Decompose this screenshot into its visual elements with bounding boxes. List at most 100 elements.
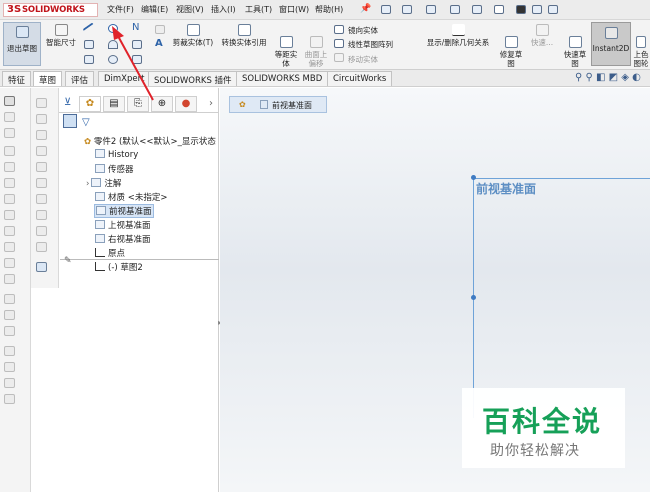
strip-tool-icon[interactable] — [36, 146, 47, 156]
strip-tool-icon[interactable] — [4, 146, 15, 156]
tree-item-sensors[interactable]: 传感器 — [95, 163, 134, 175]
tree-item-material[interactable]: 材质 <未指定> — [95, 191, 167, 203]
strip-tool-icon[interactable] — [36, 130, 47, 140]
tab-mbd[interactable]: SOLIDWORKS MBD — [236, 71, 329, 86]
move-entities-button[interactable]: 移动实体 — [348, 54, 378, 65]
rollback-bar[interactable] — [60, 259, 219, 260]
move-icon[interactable] — [334, 53, 344, 62]
print-icon[interactable] — [450, 5, 460, 14]
solidworks-logo[interactable]: 3S SOLIDWORKS — [3, 3, 98, 17]
tree-item-origin[interactable]: 原点 — [95, 247, 125, 259]
tab-sketch[interactable]: 草图 — [33, 71, 63, 86]
tree-view-icon[interactable] — [63, 114, 77, 128]
configurationmanager-tab-icon[interactable]: ⎘ — [127, 96, 149, 112]
feature-manager-pin-icon[interactable]: ⊻ — [64, 97, 71, 108]
strip-tool-icon[interactable] — [36, 262, 47, 272]
front-plane[interactable] — [473, 178, 650, 418]
undo-icon[interactable] — [472, 5, 482, 14]
linear-pattern-button[interactable]: 线性草图阵列 — [348, 39, 393, 50]
pin-icon[interactable]: 📌 — [360, 4, 371, 14]
slot-icon[interactable] — [132, 40, 142, 49]
strip-tool-icon[interactable] — [36, 98, 47, 108]
expand-arrow-icon[interactable]: › — [86, 179, 89, 189]
spline-icon[interactable]: N — [132, 23, 142, 33]
strip-tool-icon[interactable] — [4, 394, 15, 404]
menu-insert[interactable]: 插入(I) — [211, 4, 236, 15]
strip-tool-icon[interactable] — [4, 162, 15, 172]
tree-item-front-plane[interactable]: 前视基准面 — [94, 204, 154, 218]
strip-tool-icon[interactable] — [4, 210, 15, 220]
tab-addins[interactable]: SOLIDWORKS 插件 — [148, 71, 238, 86]
appearance-tab-icon[interactable]: ● — [175, 96, 197, 112]
strip-tool-icon[interactable] — [4, 96, 15, 106]
chevron-right-icon[interactable]: › — [209, 98, 213, 109]
strip-tool-icon[interactable] — [4, 294, 15, 304]
strip-tool-icon[interactable] — [36, 226, 47, 236]
linear-pattern-icon[interactable] — [334, 39, 344, 48]
point-icon[interactable] — [132, 55, 142, 64]
strip-tool-icon[interactable] — [4, 242, 15, 252]
menu-help[interactable]: 帮助(H) — [315, 4, 343, 15]
text-icon[interactable]: A — [155, 38, 163, 49]
arc-icon[interactable] — [108, 40, 118, 49]
options-gear-icon[interactable] — [548, 5, 558, 14]
strip-tool-icon[interactable] — [4, 326, 15, 336]
display-delete-relations-button[interactable]: 显示/删除几何关系 — [422, 24, 494, 47]
strip-tool-icon[interactable] — [4, 112, 15, 122]
filter-icon[interactable]: ▽ — [82, 117, 90, 128]
tree-item-sketch2[interactable]: (-) 草图2 — [95, 261, 143, 273]
dimxpert-tab-icon[interactable]: ⊕ — [151, 96, 173, 112]
tree-item-top-plane[interactable]: 上视基准面 — [95, 219, 151, 231]
line-icon[interactable] — [82, 22, 98, 37]
strip-tool-icon[interactable] — [4, 226, 15, 236]
menu-edit[interactable]: 编辑(E) — [141, 4, 168, 15]
strip-tool-icon[interactable] — [4, 362, 15, 372]
tab-evaluate[interactable]: 评估 — [65, 71, 95, 86]
menu-tools[interactable]: 工具(T) — [245, 4, 272, 15]
trim-entities-button[interactable]: 剪裁实体(T) — [170, 24, 216, 47]
tab-dimxpert[interactable]: DimXpert — [98, 71, 151, 86]
tree-root[interactable]: ✿ 零件2 (默认<<默认>_显示状态 — [84, 135, 216, 147]
strip-tool-icon[interactable] — [36, 162, 47, 172]
strip-tool-icon[interactable] — [4, 178, 15, 188]
tree-item-annotations[interactable]: › 注解 — [86, 177, 121, 189]
strip-tool-icon[interactable] — [36, 242, 47, 252]
file-properties-icon[interactable] — [532, 5, 542, 14]
fillet-icon[interactable] — [84, 55, 94, 64]
smart-dimension-button[interactable]: 智能尺寸 — [44, 24, 78, 47]
plane-handle[interactable] — [471, 295, 476, 300]
new-document-icon[interactable] — [381, 5, 391, 14]
strip-tool-icon[interactable] — [36, 194, 47, 204]
rebuild-icon[interactable] — [516, 5, 526, 14]
strip-tool-icon[interactable] — [4, 310, 15, 320]
mirror-entities-button[interactable]: 镜向实体 — [348, 25, 378, 36]
plane-sketch-icon[interactable] — [155, 25, 165, 34]
mirror-icon[interactable] — [334, 25, 344, 34]
polygon-icon[interactable] — [108, 55, 118, 64]
strip-tool-icon[interactable] — [4, 378, 15, 388]
instant2d-button[interactable]: Instant2D — [591, 22, 631, 66]
open-icon[interactable] — [402, 5, 412, 14]
propertymanager-tab-icon[interactable]: ▤ — [103, 96, 125, 112]
strip-tool-icon[interactable] — [4, 274, 15, 284]
strip-tool-icon[interactable] — [4, 194, 15, 204]
featuremanager-tab-icon[interactable]: ✿ — [79, 96, 101, 112]
strip-tool-icon[interactable] — [36, 178, 47, 188]
tab-circuitworks[interactable]: CircuitWorks — [327, 71, 393, 86]
breadcrumb[interactable]: ✿ 前视基准面 — [229, 96, 327, 113]
menu-window[interactable]: 窗口(W) — [279, 4, 309, 15]
menu-view[interactable]: 视图(V) — [176, 4, 204, 15]
exit-sketch-button[interactable]: 退出草图 — [3, 22, 41, 66]
select-icon[interactable] — [494, 5, 504, 14]
strip-tool-icon[interactable] — [4, 346, 15, 356]
circle-icon[interactable] — [108, 24, 118, 33]
convert-entities-button[interactable]: 转换实体引用 — [218, 24, 270, 47]
tree-item-history[interactable]: History — [95, 149, 138, 160]
quick-snaps-button[interactable]: 快速... — [528, 24, 556, 47]
menu-file[interactable]: 文件(F) — [107, 4, 134, 15]
tree-item-right-plane[interactable]: 右视基准面 — [95, 233, 151, 245]
strip-tool-icon[interactable] — [4, 258, 15, 268]
heads-up-toolbar[interactable]: ⚲ ⚲ ◧ ◩ ◈ ◐ — [575, 72, 641, 83]
save-icon[interactable] — [426, 5, 436, 14]
strip-tool-icon[interactable] — [36, 114, 47, 124]
